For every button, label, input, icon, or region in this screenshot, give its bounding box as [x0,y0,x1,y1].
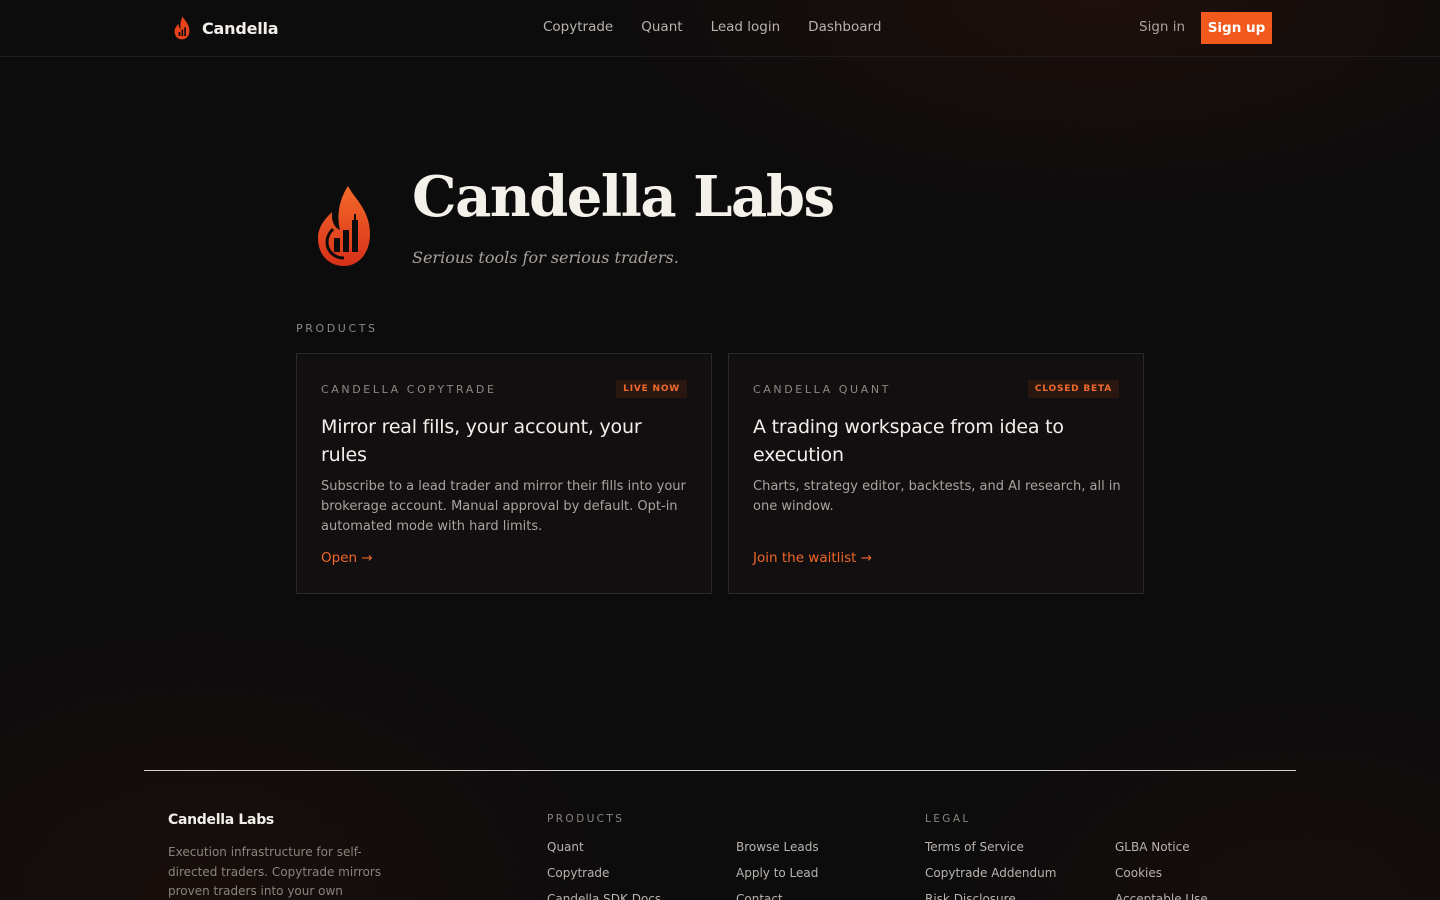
footer-brand: Candella Labs [168,812,274,828]
footer-link-contact[interactable]: Contact [736,890,819,900]
footer-legal-label: LEGAL [925,813,971,825]
card-description: Subscribe to a lead trader and mirror th… [321,479,686,534]
flame-logo-icon [174,16,190,40]
brand-link[interactable]: Candella [172,16,279,40]
footer-link-cookies[interactable]: Cookies [1115,864,1208,882]
footer-products-col-1: Quant Copytrade Candella SDK Docs [547,838,661,900]
footer-link-quant[interactable]: Quant [547,838,661,856]
product-card-copytrade: CANDELLA COPYTRADE LIVE NOW Mirror real … [296,353,712,594]
footer-link-glba-notice[interactable]: GLBA Notice [1115,838,1208,856]
footer-link-sdk-docs[interactable]: Candella SDK Docs [547,890,661,900]
footer-divider [144,770,1296,771]
footer-link-acceptable-use[interactable]: Acceptable Use [1115,890,1208,900]
status-badge: LIVE NOW [616,380,687,398]
footer-link-browse-leads[interactable]: Browse Leads [736,838,819,856]
hero-title: Candella Labs [412,164,835,230]
open-copytrade-link[interactable]: Open → [321,550,373,566]
status-badge: CLOSED BETA [1027,380,1119,398]
footer-link-copytrade-addendum[interactable]: Copytrade Addendum [925,864,1056,882]
sign-in-link[interactable]: Sign in [1139,19,1185,35]
top-nav: Candella Copytrade Quant Lead login Dash… [0,0,1440,57]
card-title: A trading workspace from idea to executi… [753,416,1064,466]
flame-chart-logo-icon [318,186,370,266]
nav-link-copytrade[interactable]: Copytrade [543,19,613,35]
footer-link-risk-disclosure[interactable]: Risk Disclosure [925,890,1056,900]
card-title: Mirror real fills, your account, your ru… [321,416,642,466]
footer-blurb: Execution infrastructure for self-direct… [168,845,382,898]
footer-link-apply-to-lead[interactable]: Apply to Lead [736,864,819,882]
nav-link-quant[interactable]: Quant [641,19,682,35]
card-kicker: CANDELLA COPYTRADE [321,382,497,396]
card-description: Charts, strategy editor, backtests, and … [753,479,1121,514]
brand-name: Candella [202,18,279,38]
nav-link-lead-login[interactable]: Lead login [711,19,781,35]
hero-tagline: Serious tools for serious traders. [412,248,679,267]
products-section-label: PRODUCTS [296,322,378,335]
sign-up-button[interactable]: Sign up [1201,12,1272,44]
join-waitlist-link[interactable]: Join the waitlist → [753,550,872,566]
product-card-quant: CANDELLA QUANT CLOSED BETA A trading wor… [728,353,1144,594]
footer-link-terms[interactable]: Terms of Service [925,838,1056,856]
footer-legal-col-1: Terms of Service Copytrade Addendum Risk… [925,838,1056,900]
nav-links: Copytrade Quant Lead login Dashboard [543,19,881,35]
card-kicker: CANDELLA QUANT [753,382,891,396]
nav-link-dashboard[interactable]: Dashboard [808,19,881,35]
footer-products-label: PRODUCTS [547,813,625,825]
footer-legal-col-2: GLBA Notice Cookies Acceptable Use [1115,838,1208,900]
footer-link-copytrade[interactable]: Copytrade [547,864,661,882]
footer-products-col-2: Browse Leads Apply to Lead Contact [736,838,819,900]
